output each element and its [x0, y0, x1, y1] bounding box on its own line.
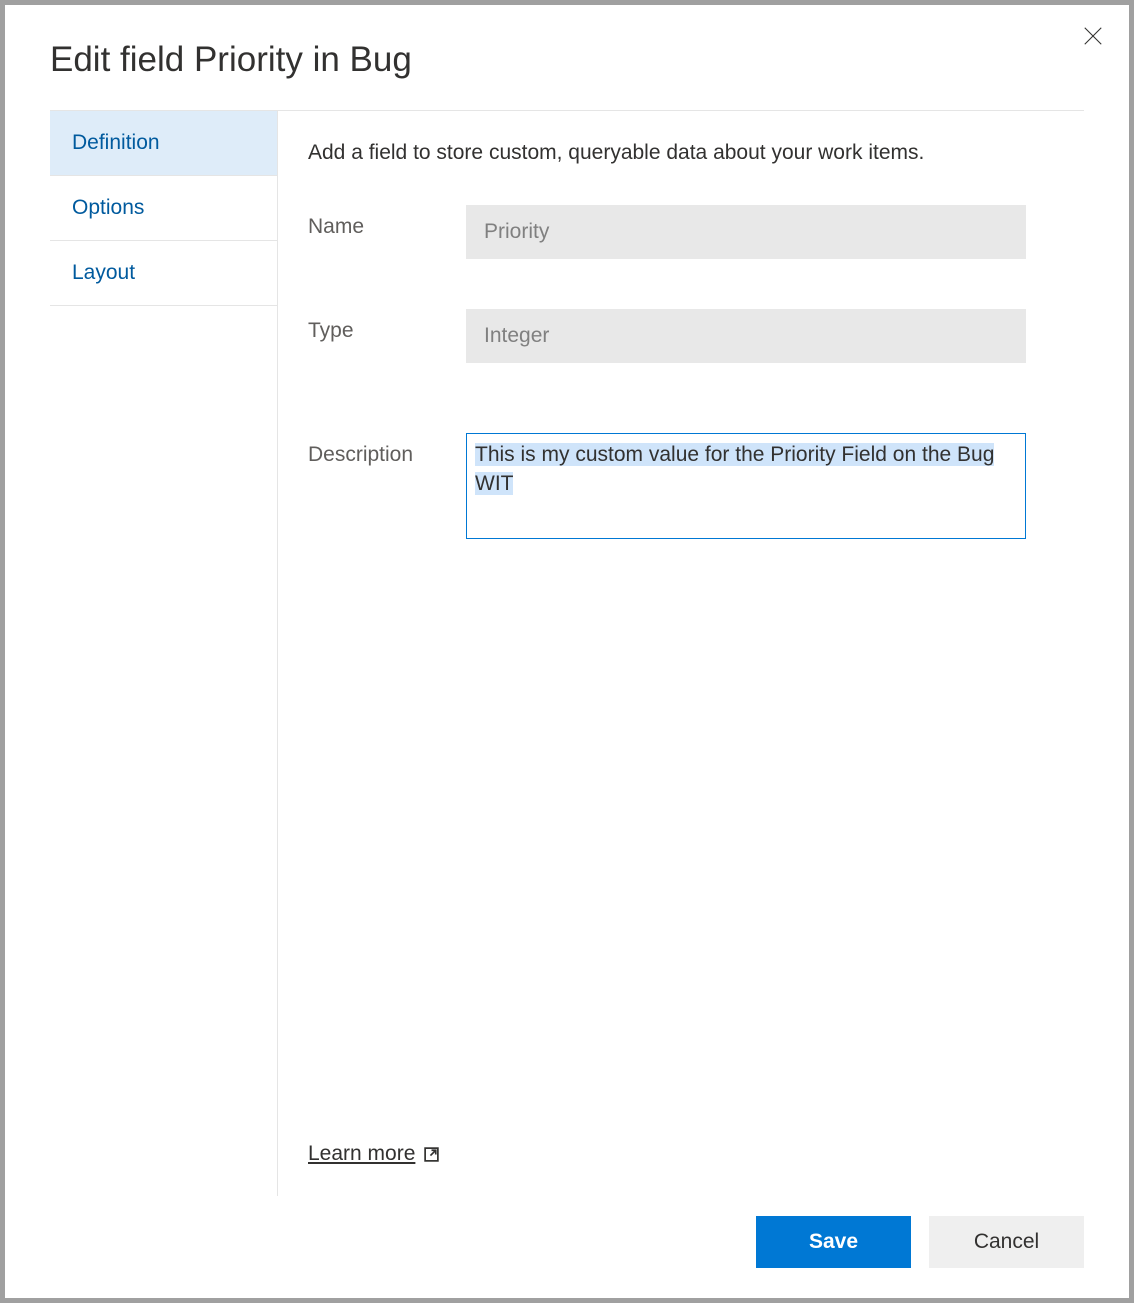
- description-text: This is my custom value for the Priority…: [475, 443, 994, 495]
- form-row-name: Name Priority: [308, 205, 1084, 259]
- sidebar-item-layout[interactable]: Layout: [50, 241, 277, 306]
- description-label: Description: [308, 433, 466, 467]
- form-row-type: Type Integer: [308, 309, 1084, 363]
- save-button[interactable]: Save: [756, 1216, 911, 1268]
- sidebar-item-label: Options: [72, 196, 144, 219]
- sidebar-item-options[interactable]: Options: [50, 176, 277, 241]
- type-field: Integer: [466, 309, 1026, 363]
- dialog-footer: Save Cancel: [5, 1196, 1129, 1298]
- close-button[interactable]: [1079, 23, 1107, 51]
- intro-text: Add a field to store custom, queryable d…: [308, 141, 1084, 165]
- learn-more-label: Learn more: [308, 1142, 415, 1166]
- dialog-title: Edit field Priority in Bug: [50, 40, 1084, 80]
- sidebar: Definition Options Layout: [50, 111, 278, 1196]
- sidebar-item-label: Layout: [72, 261, 135, 284]
- dialog-header: Edit field Priority in Bug: [5, 5, 1129, 110]
- type-label: Type: [308, 309, 466, 343]
- name-field: Priority: [466, 205, 1026, 259]
- description-field[interactable]: This is my custom value for the Priority…: [466, 433, 1026, 539]
- close-icon: [1082, 25, 1104, 47]
- dialog-body: Definition Options Layout Add a field to…: [50, 110, 1084, 1196]
- external-link-icon: [423, 1146, 440, 1163]
- main-content: Add a field to store custom, queryable d…: [278, 111, 1084, 1196]
- spacer: [308, 549, 1084, 1142]
- sidebar-item-label: Definition: [72, 131, 160, 154]
- edit-field-dialog: Edit field Priority in Bug Definition Op…: [5, 5, 1129, 1298]
- name-label: Name: [308, 205, 466, 239]
- learn-more-link[interactable]: Learn more: [308, 1142, 1084, 1166]
- form-row-description: Description This is my custom value for …: [308, 433, 1084, 539]
- sidebar-item-definition[interactable]: Definition: [50, 111, 277, 176]
- cancel-button[interactable]: Cancel: [929, 1216, 1084, 1268]
